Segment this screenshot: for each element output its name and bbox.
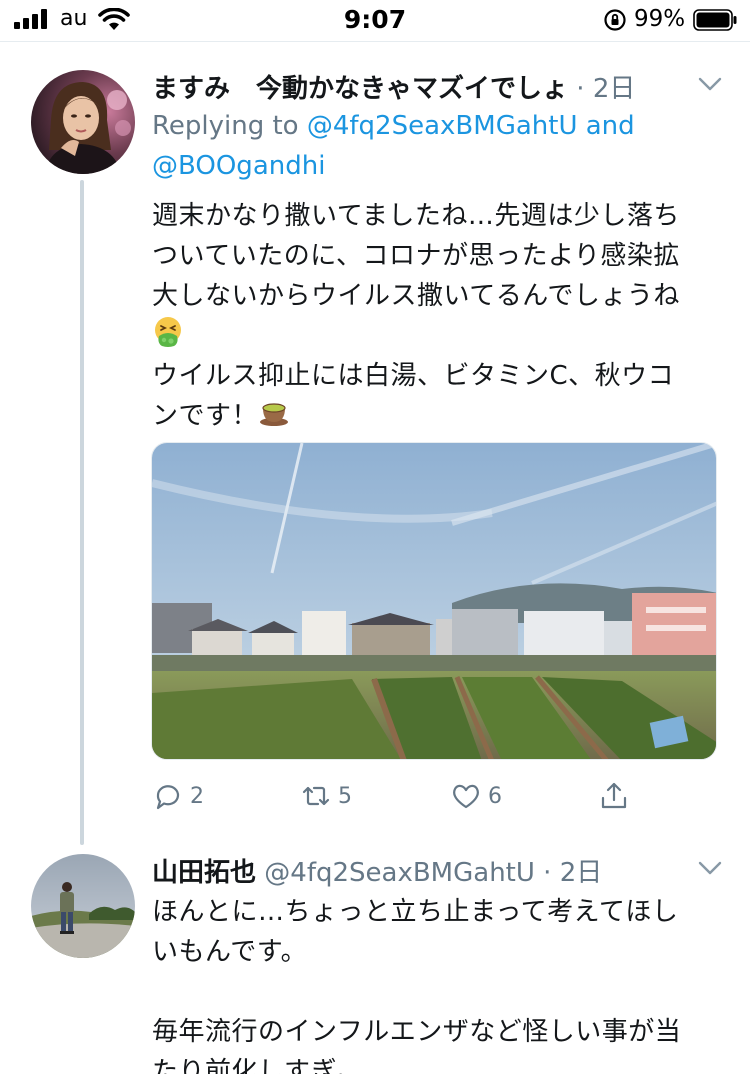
avatar[interactable] (31, 854, 135, 958)
separator-dot: · (576, 74, 585, 104)
divider (0, 41, 750, 42)
retweet-button[interactable]: 5 (300, 776, 352, 816)
tweet-line: 大しないからウイルス撒いてるんでしょうね (152, 281, 680, 311)
display-name[interactable]: ますみ 今動かなきゃマズイでしょ (152, 74, 568, 104)
status-bar: au 9:07 99% (0, 0, 750, 40)
tweet-header: 山田拓也 @4fq2SeaxBMGahtU · 2日 (152, 852, 692, 889)
tweet-line: ンです！ (152, 401, 259, 431)
replying-to: Replying to @4fq2SeaxBMGahtU and @BOOgan… (152, 106, 722, 186)
tweet-line: ウイルス抑止には白湯、ビタミンC、秋ウコ (152, 361, 675, 391)
reply-button[interactable]: 2 (152, 776, 204, 816)
chevron-down-icon[interactable] (697, 76, 723, 92)
thread-connector-line (80, 180, 84, 845)
tweet-line-with-emoji: ンです！ (152, 396, 722, 436)
tweet-photo[interactable] (151, 442, 717, 760)
tweet-text: ほんとに…ちょっと立ち止まって考えてほし いもんです。 毎年流行のインフルエンザ… (152, 892, 722, 1074)
user-handle[interactable]: @4fq2SeaxBMGahtU (264, 858, 535, 888)
retweet-count: 5 (338, 783, 352, 809)
reply-icon (156, 785, 180, 810)
share-button[interactable] (598, 776, 630, 816)
timestamp[interactable]: 2日 (593, 74, 636, 104)
tweet-line: ほんとに…ちょっと立ち止まって考えてほし (152, 897, 679, 927)
green-tea-icon (260, 403, 289, 426)
reply-count: 2 (190, 783, 204, 809)
tweet-line-blank (152, 972, 722, 1012)
tweet-header: ますみ 今動かなきゃマズイでしょ · 2日 (152, 68, 692, 105)
tweet-line: ついていたのに、コロナが思ったより感染拡 (152, 241, 680, 271)
retweet-icon (302, 786, 330, 806)
tweet-text: 週末かなり撒いてましたね…先週は少し落ち ついていたのに、コロナが思ったより感染… (152, 196, 722, 436)
replying-prefix: Replying to (152, 111, 307, 141)
mention-join: and (577, 111, 635, 141)
emoji-line (152, 316, 722, 356)
like-button[interactable]: 6 (450, 776, 502, 816)
share-icon (601, 782, 627, 809)
battery-icon (693, 9, 737, 31)
tweet-line: たり前化しすぎ。 (152, 1057, 363, 1074)
separator-dot: · (543, 858, 552, 888)
mention-link[interactable]: @BOOgandhi (152, 151, 325, 181)
mention-link[interactable]: @4fq2SeaxBMGahtU (307, 111, 578, 141)
nauseated-face-icon (155, 317, 181, 347)
tweet-line: いもんです。 (152, 937, 308, 967)
display-name[interactable]: 山田拓也 (152, 858, 256, 888)
avatar[interactable] (31, 70, 135, 174)
timestamp[interactable]: 2日 (560, 858, 603, 888)
battery-percent: 99% (634, 6, 686, 32)
orientation-lock-icon (604, 9, 626, 31)
tweet-actions: 2 5 6 (152, 776, 712, 816)
heart-icon (453, 784, 479, 809)
chevron-down-icon[interactable] (697, 860, 723, 876)
like-count: 6 (488, 783, 502, 809)
tweet-line: 毎年流行のインフルエンザなど怪しい事が当 (152, 1017, 682, 1047)
tweet-line: 週末かなり撒いてましたね…先週は少し落ち (152, 201, 680, 231)
